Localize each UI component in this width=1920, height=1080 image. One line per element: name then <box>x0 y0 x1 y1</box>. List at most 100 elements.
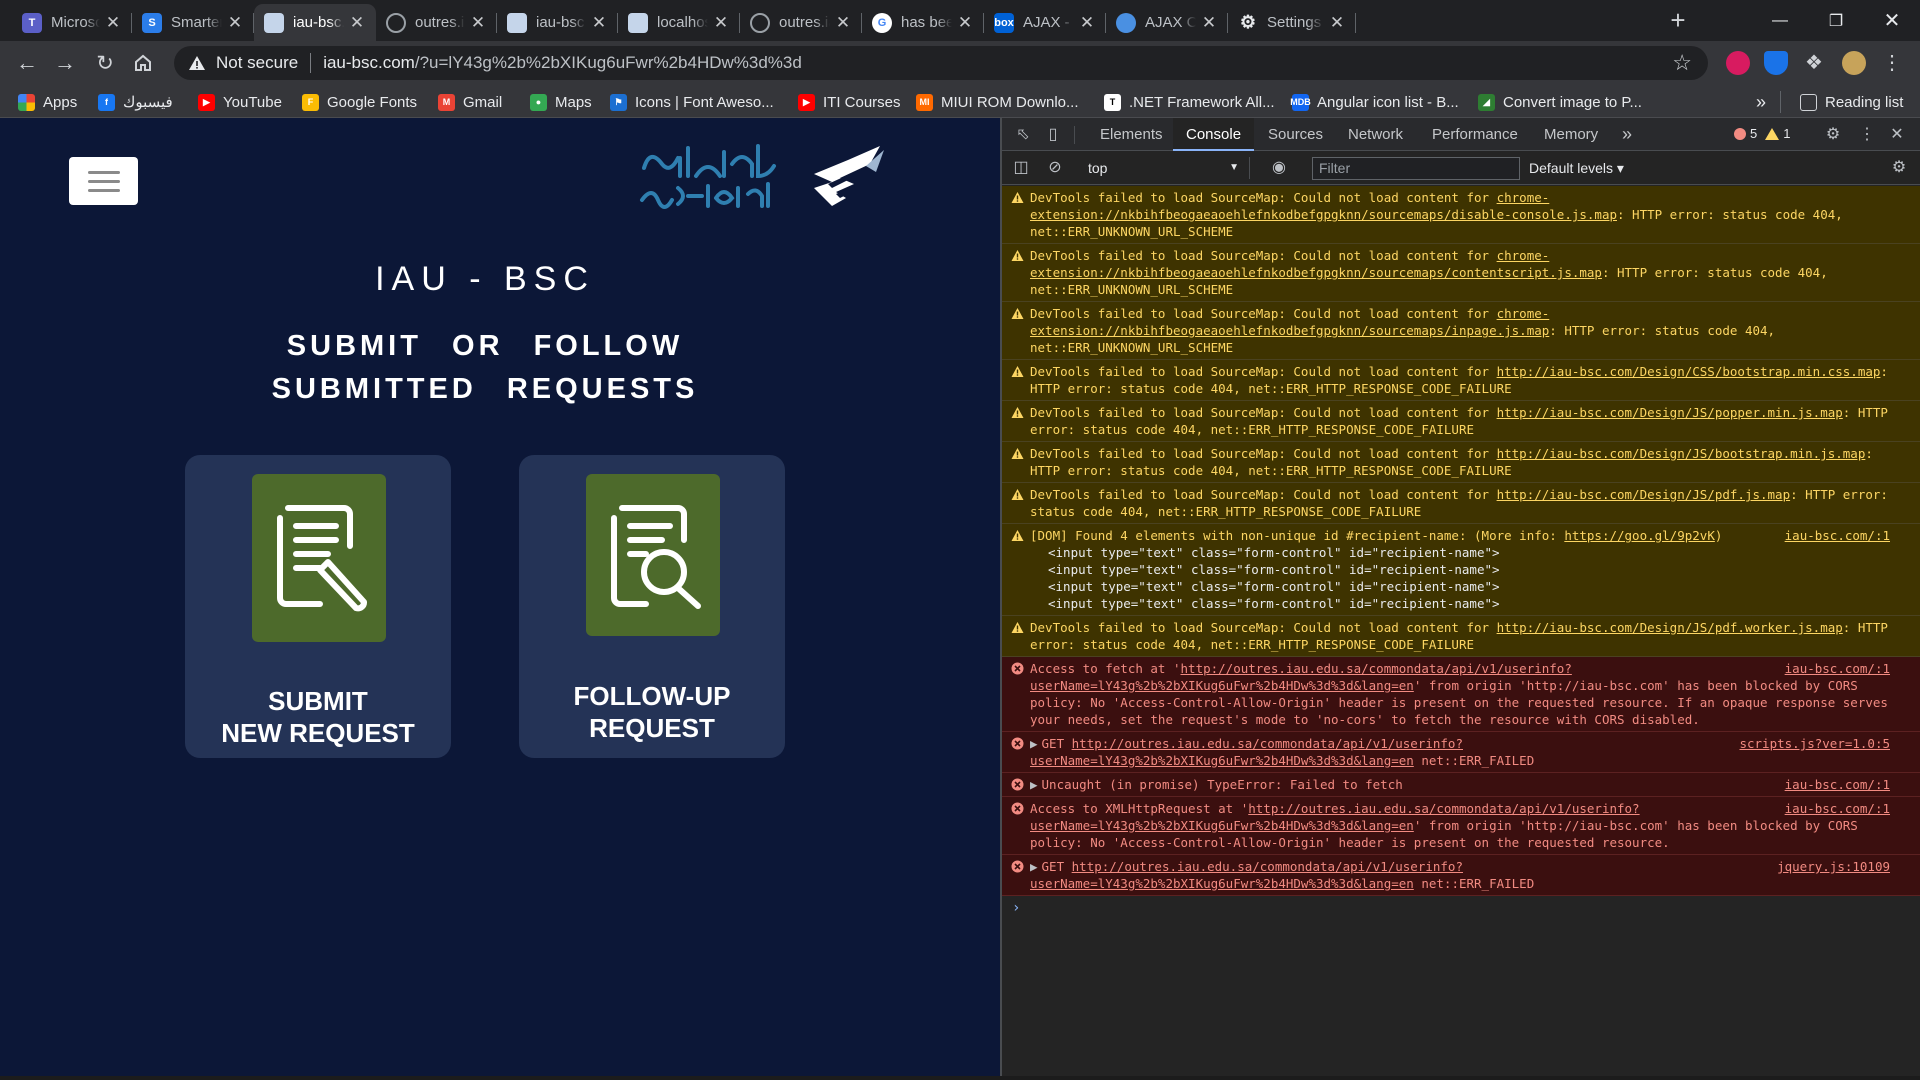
message-url-link[interactable]: http://outres.iau.edu.sa/commondata/api/… <box>1030 736 1463 768</box>
bookmark-7[interactable]: ⚑ Icons | Font Aweso... <box>610 90 774 114</box>
back-button[interactable]: ← <box>12 48 42 78</box>
tab-close-icon[interactable]: ✕ <box>226 13 244 33</box>
console-prompt-input[interactable]: › <box>1002 896 1920 921</box>
tab-11[interactable]: ⚙ Settings ✕ <box>1228 4 1356 41</box>
devtools-settings-icon[interactable]: ⚙ <box>1822 124 1844 146</box>
expand-triangle-icon[interactable]: ▶ <box>1030 859 1038 874</box>
bookmark-9[interactable]: MI MIUI ROM Downlo... <box>916 90 1079 114</box>
devtools-tab-network[interactable]: Network <box>1348 118 1403 151</box>
devtools-tab-memory[interactable]: Memory <box>1544 118 1598 151</box>
log-levels-dropdown[interactable]: Default levels ▾ <box>1529 157 1624 180</box>
tab-close-icon[interactable]: ✕ <box>956 13 974 33</box>
tab-close-icon[interactable]: ✕ <box>348 13 366 33</box>
bookmark-12[interactable]: ◢ Convert image to P... <box>1478 90 1642 114</box>
bookmark-5[interactable]: M Gmail <box>438 90 502 114</box>
message-url-link[interactable]: http://iau-bsc.com/Design/JS/popper.min.… <box>1497 405 1843 420</box>
new-tab-button[interactable]: + <box>1664 7 1692 35</box>
minimize-button[interactable]: — <box>1752 0 1808 41</box>
bookmark-8[interactable]: ▶ ITI Courses <box>798 90 901 114</box>
devtools-tab-sources[interactable]: Sources <box>1268 118 1323 151</box>
submit-new-request-card[interactable]: SUBMIT NEW REQUEST <box>185 455 451 758</box>
console-warning[interactable]: DevTools failed to load SourceMap: Could… <box>1002 360 1920 401</box>
console-warning[interactable]: DevTools failed to load SourceMap: Could… <box>1002 186 1920 244</box>
console-warning[interactable]: DevTools failed to load SourceMap: Could… <box>1002 401 1920 442</box>
expand-triangle-icon[interactable]: ▶ <box>1030 777 1038 792</box>
tab-close-icon[interactable]: ✕ <box>1200 13 1218 33</box>
tab-close-icon[interactable]: ✕ <box>590 13 608 33</box>
console-warning[interactable]: DevTools failed to load SourceMap: Could… <box>1002 244 1920 302</box>
dom-node-reference[interactable]: <input type="text" class="form-control" … <box>1030 544 1890 561</box>
tab-8[interactable]: Ghas been blocked✕ <box>862 4 984 41</box>
console-warning[interactable]: DevTools failed to load SourceMap: Could… <box>1002 302 1920 360</box>
security-indicator[interactable]: Not secure <box>216 53 298 73</box>
message-url-link[interactable]: https://goo.gl/9p2vK <box>1564 528 1715 543</box>
extensions-puzzle-icon[interactable]: ❖ <box>1802 51 1826 75</box>
console-warning[interactable]: DevTools failed to load SourceMap: Could… <box>1002 483 1920 524</box>
devtools-more-tabs[interactable]: » <box>1622 118 1632 151</box>
devtools-tab-console[interactable]: Console <box>1173 118 1255 151</box>
bookmark-11[interactable]: MDB Angular icon list - B... <box>1290 90 1459 114</box>
dom-node-reference[interactable]: <input type="text" class="form-control" … <box>1030 578 1890 595</box>
message-source-link[interactable]: scripts.js?ver=1.0:5 <box>1739 735 1890 752</box>
issue-counter[interactable]: 5 1 <box>1734 126 1790 141</box>
tab-close-icon[interactable]: ✕ <box>104 13 122 33</box>
bookmark-2[interactable]: f فيسبوك <box>98 90 173 114</box>
message-source-link[interactable]: iau-bsc.com/:1 <box>1785 660 1890 677</box>
console-error[interactable]: iau-bsc.com/:1 Access to fetch at 'http:/… <box>1002 657 1920 732</box>
console-error[interactable]: scripts.js?ver=1.0:5 ▶ GET http://outres.i… <box>1002 732 1920 773</box>
tab-7[interactable]: outres.iau.edu✕ <box>740 4 862 41</box>
bookmark-10[interactable]: T .NET Framework All... <box>1104 90 1275 114</box>
tab-4[interactable]: outres.iau.edu✕ <box>376 4 497 41</box>
bookmark-6[interactable]: ● Maps <box>530 90 592 114</box>
console-filter-input[interactable]: Filter <box>1312 157 1520 180</box>
message-source-link[interactable]: jquery.js:10109 <box>1777 858 1890 875</box>
extension-shield-icon[interactable] <box>1764 51 1788 75</box>
tab-3[interactable]: iau-bsc.com✕ <box>254 4 376 41</box>
message-source-link[interactable]: iau-bsc.com/:1 <box>1785 527 1890 544</box>
close-window-button[interactable]: ✕ <box>1864 0 1920 41</box>
tab-9[interactable]: box AJAX - No✕ <box>984 4 1106 41</box>
console-error[interactable]: iau-bsc.com/:1 ▶ Uncaught (in promise) Typ… <box>1002 773 1920 797</box>
tab-close-icon[interactable]: ✕ <box>1328 13 1346 33</box>
bookmark-1[interactable]: Apps <box>18 90 77 114</box>
device-toolbar-icon[interactable]: ▯ <box>1042 124 1064 146</box>
message-url-link[interactable]: http://outres.iau.edu.sa/commondata/api/… <box>1030 859 1463 891</box>
devtools-close-icon[interactable]: ✕ <box>1886 124 1908 146</box>
bookmark-4[interactable]: F Google Fonts <box>302 90 417 114</box>
tab-10[interactable]: AJAX Cross✕ <box>1106 4 1228 41</box>
context-selector[interactable]: top ▼ <box>1080 157 1250 179</box>
reload-button[interactable]: ↻ <box>90 48 120 78</box>
expand-triangle-icon[interactable]: ▶ <box>1030 736 1038 751</box>
devtools-tab-performance[interactable]: Performance <box>1432 118 1518 151</box>
restore-button[interactable]: ❐ <box>1808 0 1864 41</box>
hamburger-menu-button[interactable] <box>69 157 138 205</box>
console-error[interactable]: iau-bsc.com/:1 Access to XMLHttpRequest a… <box>1002 797 1920 855</box>
browser-menu-icon[interactable]: ⋮ <box>1880 51 1904 75</box>
clear-console-icon[interactable]: ⊘ <box>1044 157 1066 179</box>
devtools-tab-elements[interactable]: Elements <box>1100 118 1163 151</box>
profile-avatar[interactable] <box>1842 51 1866 75</box>
dom-node-reference[interactable]: <input type="text" class="form-control" … <box>1030 595 1890 612</box>
message-url-link[interactable]: http://iau-bsc.com/Design/JS/pdf.js.map <box>1497 487 1791 502</box>
inspect-element-icon[interactable]: ⬁ <box>1012 124 1034 146</box>
extension-camera-icon[interactable] <box>1726 51 1750 75</box>
console-warning[interactable]: DevTools failed to load SourceMap: Could… <box>1002 616 1920 657</box>
tab-close-icon[interactable]: ✕ <box>712 13 730 33</box>
console-warning[interactable]: DevTools failed to load SourceMap: Could… <box>1002 442 1920 483</box>
sidebar-toggle-icon[interactable]: ◫ <box>1010 157 1032 179</box>
tab-5[interactable]: iau-bsc.com✕ <box>497 4 618 41</box>
live-expression-eye-icon[interactable]: ◉ <box>1268 157 1290 179</box>
reading-list-button[interactable]: Reading list <box>1800 90 1903 114</box>
address-bar[interactable]: Not secure iau-bsc.com/?u=lY43g%2b%2bXIK… <box>174 46 1708 80</box>
follow-up-request-card[interactable]: FOLLOW-UP REQUEST <box>519 455 785 758</box>
home-button[interactable] <box>128 48 158 78</box>
message-source-link[interactable]: iau-bsc.com/:1 <box>1785 800 1890 817</box>
console-settings-icon[interactable]: ⚙ <box>1888 157 1910 179</box>
forward-button[interactable]: → <box>50 48 80 78</box>
tab-close-icon[interactable]: ✕ <box>1078 13 1096 33</box>
message-source-link[interactable]: iau-bsc.com/:1 <box>1785 776 1890 793</box>
devtools-menu-icon[interactable]: ⋮ <box>1856 124 1878 146</box>
url-text[interactable]: iau-bsc.com/?u=lY43g%2b%2bXIKug6uFwr%2b4… <box>323 53 802 73</box>
tab-2[interactable]: S SmarterASP✕ <box>132 4 254 41</box>
bookmark-star-icon[interactable]: ☆ <box>1672 50 1692 76</box>
